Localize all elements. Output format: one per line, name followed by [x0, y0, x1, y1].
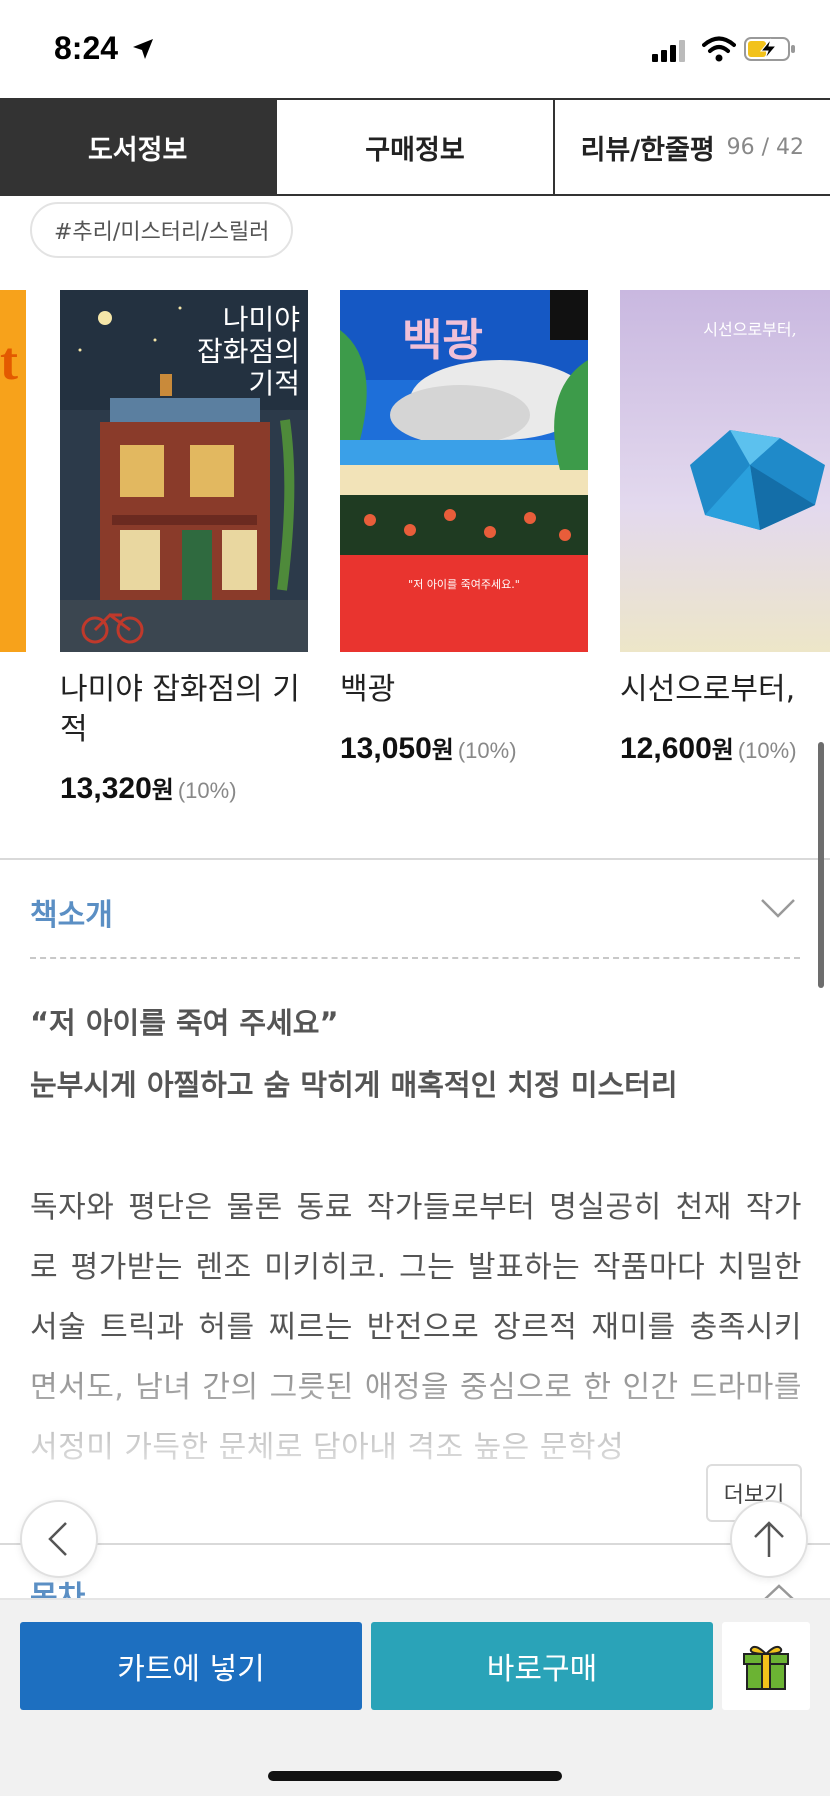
tab-purchase-info[interactable]: 구매정보: [277, 100, 555, 194]
book-title[interactable]: 나미야 잡화점의 기적: [60, 670, 320, 750]
book-title[interactable]: 백광: [340, 670, 600, 710]
status-bar: 8:24: [0, 0, 830, 98]
book-price: 13,050원 (10%): [340, 730, 517, 766]
back-button[interactable]: [20, 1500, 98, 1578]
arrow-up-icon: [754, 1521, 784, 1557]
discount-rate: (10%): [457, 738, 517, 763]
gift-button[interactable]: [722, 1622, 810, 1710]
intro-section-heading[interactable]: 책소개: [30, 890, 113, 934]
tab-reviews[interactable]: 리뷰/한줄평 96 / 42: [554, 100, 830, 194]
chevron-down-icon[interactable]: [760, 896, 796, 920]
cellular-signal-icon: [652, 40, 685, 62]
cover-title-text: 백광: [402, 315, 483, 366]
scroll-to-top-button[interactable]: [730, 1500, 808, 1578]
tab-label: 구매정보: [365, 134, 465, 166]
tab-book-info[interactable]: 도서정보: [0, 100, 278, 194]
chevron-left-icon: [48, 1522, 67, 1556]
price-value: 13,050: [340, 732, 432, 765]
dashed-divider: [30, 957, 800, 959]
review-count: 96 / 42: [726, 134, 805, 160]
cover-title-text: 시선으로부터,: [703, 320, 797, 339]
price-unit: 원: [711, 737, 734, 764]
price-value: 12,600: [620, 732, 712, 765]
wifi-icon: [702, 36, 736, 62]
price-value: 13,320: [60, 772, 152, 805]
tab-label: 도서정보: [87, 134, 188, 166]
buy-now-button[interactable]: 바로구매: [371, 1622, 713, 1710]
location-arrow-icon: [133, 39, 153, 59]
scrollbar[interactable]: [818, 742, 824, 988]
price-unit: 원: [151, 777, 174, 804]
book-cover-image: [620, 290, 830, 652]
home-indicator-area: [0, 1728, 830, 1796]
book-price: 12,600원 (10%): [620, 730, 797, 766]
intro-quote-line: “저 아이를 죽여 주세요”: [30, 1006, 339, 1040]
intro-subtitle-line: 눈부시게 아찔하고 숨 막히게 매혹적인 치정 미스터리: [30, 1068, 678, 1102]
status-time: 8:24: [54, 30, 119, 66]
add-to-cart-button[interactable]: 카트에 넣기: [20, 1622, 362, 1710]
book-title[interactable]: 시선으로부터,: [620, 670, 830, 710]
detail-tabs: 도서정보 구매정보 리뷰/한줄평 96 / 42: [0, 98, 830, 196]
gift-icon: [743, 1645, 789, 1690]
discount-rate: (10%): [737, 738, 797, 763]
tab-label: 리뷰/한줄평: [580, 134, 715, 166]
discount-rate: (10%): [177, 778, 237, 803]
book-cover-image: t: [0, 290, 26, 652]
book-price: 13,320원 (10%): [60, 770, 237, 806]
category-hashtag[interactable]: #추리/미스터리/스릴러: [30, 202, 294, 258]
price-unit: 원: [431, 737, 454, 764]
cover-title-text: 나미야 잡화점의 기적: [196, 303, 300, 400]
section-divider: [0, 1543, 830, 1545]
cover-letter: t: [0, 331, 18, 391]
bottom-action-bar: 카트에 넣기 바로구매: [0, 1598, 830, 1728]
home-indicator[interactable]: [268, 1771, 562, 1781]
related-books-carousel[interactable]: t 나미야 잡화점의 기적 나미야 잡화점의 기적 13,320원 (10%) …: [0, 290, 830, 830]
cover-quote-text: "저 아이를 죽여주세요.": [408, 578, 520, 591]
battery-charging-icon: [744, 37, 795, 61]
section-divider: [0, 858, 830, 860]
